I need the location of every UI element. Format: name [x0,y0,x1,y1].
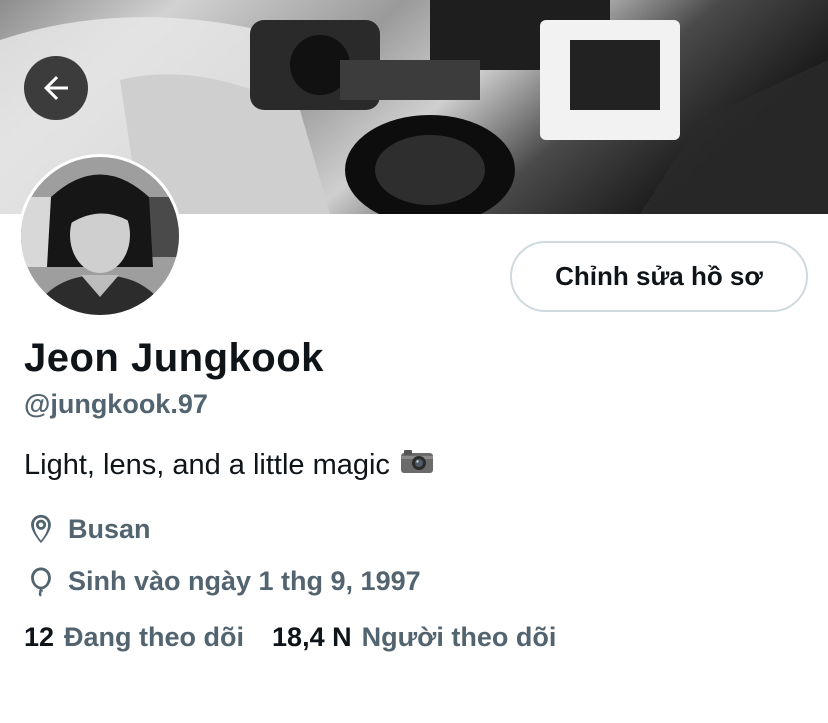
location-pin-icon [31,514,51,544]
display-name: Jeon Jungkook [24,336,324,380]
birthday-text: Sinh vào ngày 1 thg 9, 1997 [68,565,421,596]
avatar-photo [21,157,179,315]
follow-stats: 12 Đang theo dõi 18,4 N Người theo dõi [24,622,556,653]
following-count: 12 [24,622,55,652]
location-text: Busan [68,513,151,544]
camera-icon [400,448,434,482]
user-handle: @jungkook.97 [24,389,208,419]
profile-location: Busan [24,512,151,546]
bio-text: Light, lens, and a little magic [24,448,390,481]
arrow-left-icon [44,76,68,100]
followers-label: Người theo dõi [361,622,557,652]
balloon-icon [31,567,51,597]
edit-profile-button[interactable]: Chỉnh sửa hồ sơ [510,241,808,312]
following-link[interactable]: 12 Đang theo dõi [24,622,244,653]
avatar[interactable] [18,154,182,318]
following-label: Đang theo dõi [64,622,245,652]
profile-birthday: Sinh vào ngày 1 thg 9, 1997 [24,564,421,598]
followers-count: 18,4 N [272,622,352,652]
followers-link[interactable]: 18,4 N Người theo dõi [272,622,556,653]
back-button[interactable] [24,56,88,120]
bio: Light, lens, and a little magic [24,448,434,482]
